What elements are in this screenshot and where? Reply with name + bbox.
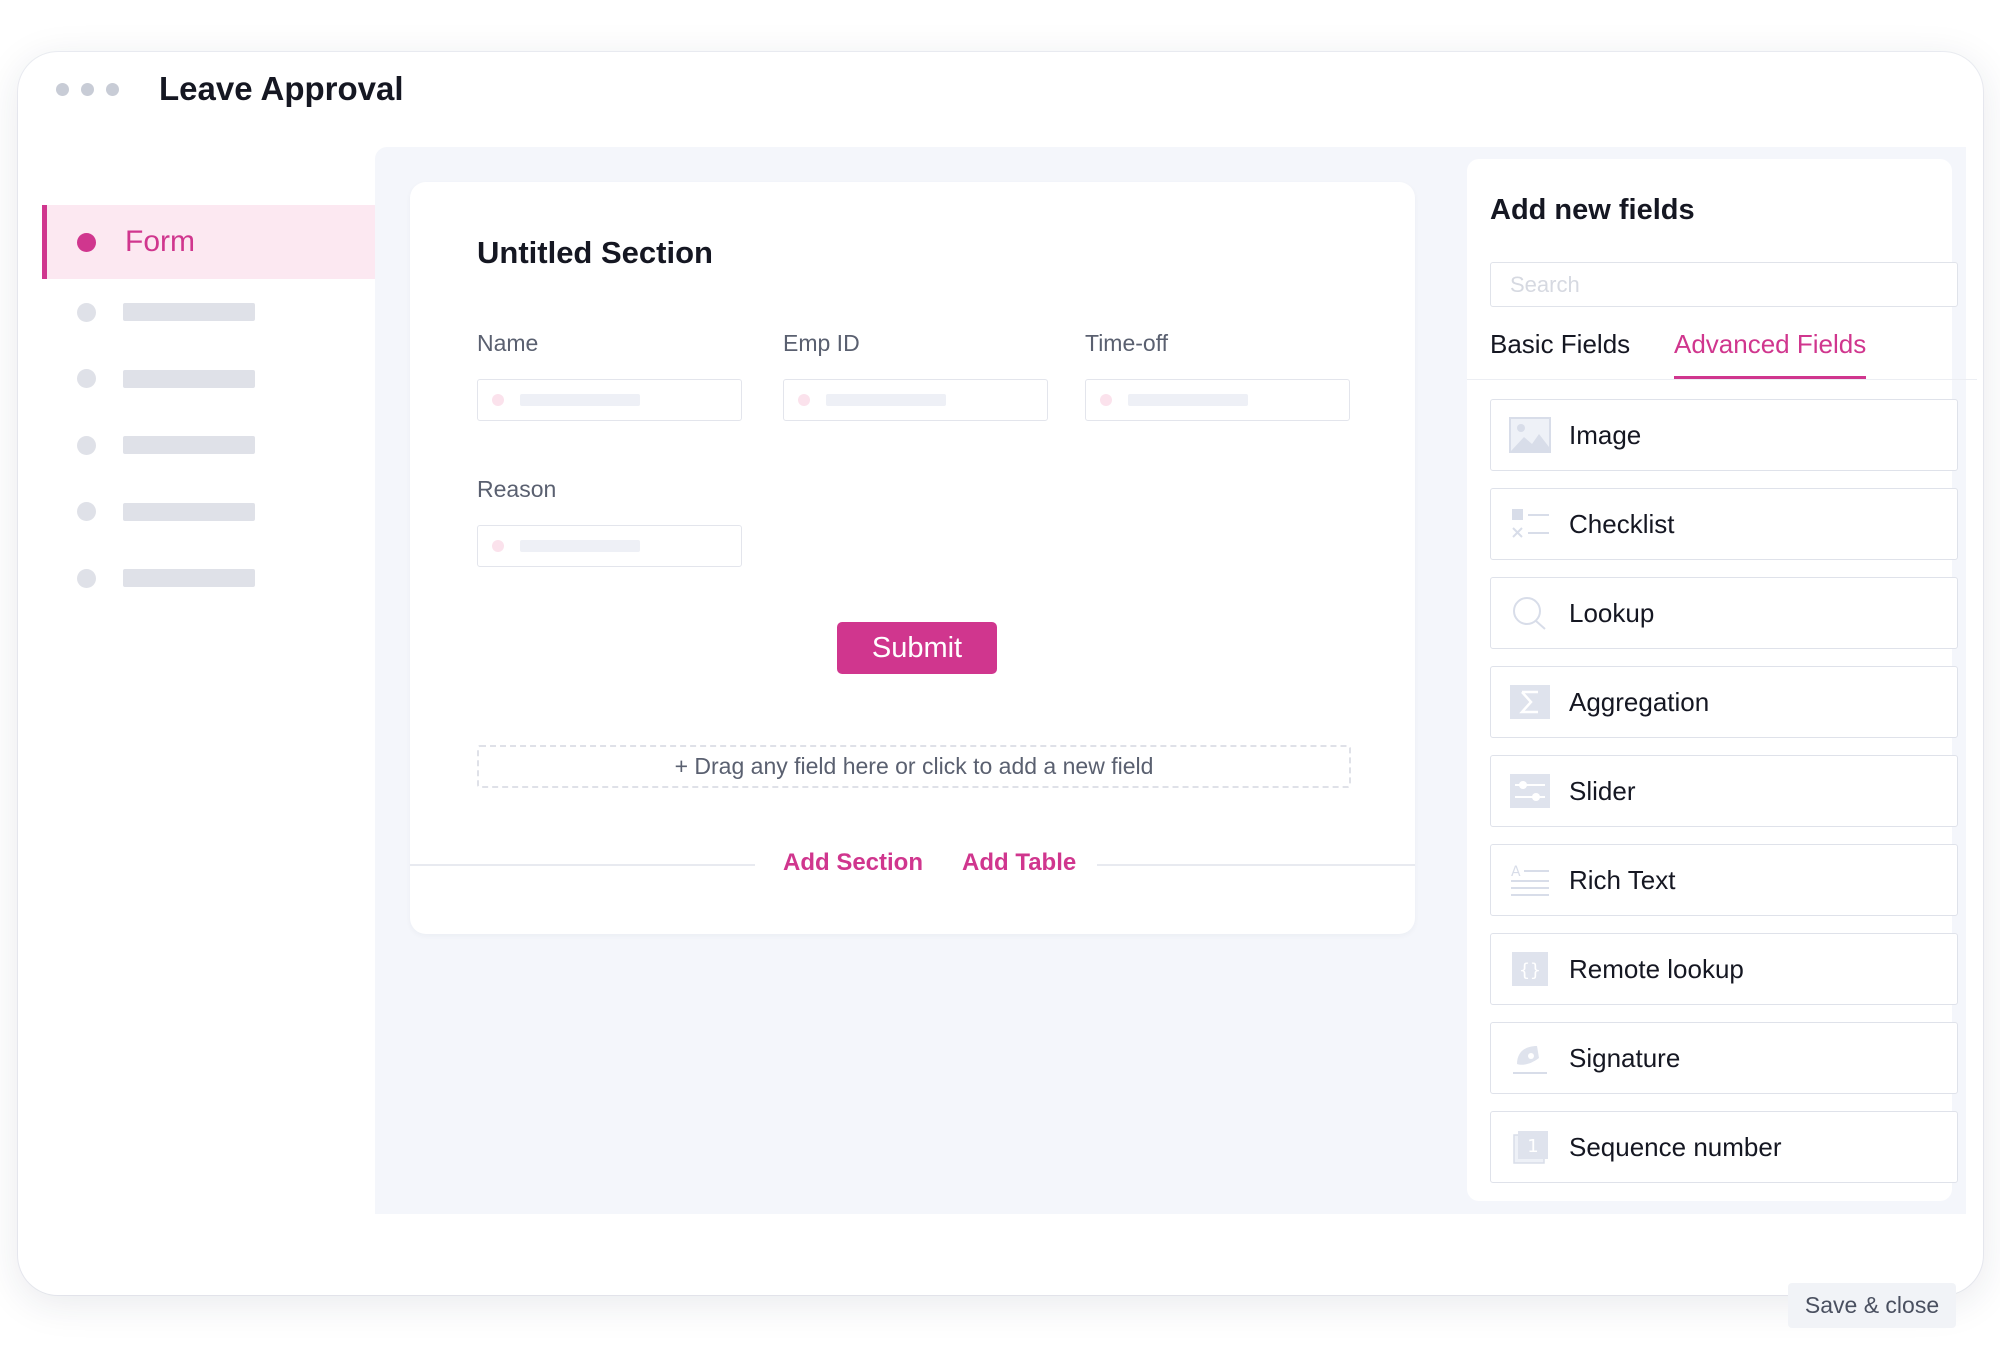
sigma-icon — [1508, 683, 1552, 721]
braces-icon: {} — [1508, 950, 1552, 988]
placeholder-bar — [123, 569, 255, 588]
bullet-icon — [77, 435, 96, 455]
rich-text-icon: A — [1508, 861, 1552, 899]
time-off-input[interactable] — [1085, 379, 1350, 421]
required-dot-icon — [492, 540, 504, 552]
bullet-icon — [77, 302, 96, 322]
placeholder-bar — [123, 436, 255, 455]
placeholder-bar — [1128, 394, 1248, 406]
form-section-card: Untitled Section Name Emp ID Time-off Re… — [410, 182, 1415, 934]
section-title[interactable]: Untitled Section — [477, 235, 713, 271]
form-field-emp-id: Emp ID — [783, 330, 1048, 421]
field-label: Name — [477, 330, 539, 356]
bullet-icon — [77, 369, 96, 389]
field-item-label: Signature — [1569, 1042, 1681, 1073]
bullet-icon — [77, 502, 96, 522]
app-title: Leave Approval — [159, 70, 404, 107]
field-item-label: Lookup — [1569, 597, 1655, 628]
svg-text:{}: {} — [1519, 960, 1541, 981]
submit-button[interactable]: Submit — [837, 622, 997, 674]
bullet-icon — [77, 568, 96, 588]
add-table-link[interactable]: Add Table — [962, 849, 1076, 877]
image-icon — [1508, 416, 1552, 454]
dot-icon — [56, 83, 69, 96]
lookup-icon — [1508, 594, 1552, 632]
emp-id-input[interactable] — [783, 379, 1048, 421]
field-label: Emp ID — [783, 330, 860, 356]
sidebar-item-label: Form — [125, 225, 195, 258]
svg-text:A: A — [1511, 864, 1521, 880]
divider — [1097, 864, 1415, 866]
sequence-icon: 1 — [1508, 1128, 1552, 1166]
tab-basic-fields[interactable]: Basic Fields — [1490, 329, 1630, 379]
divider — [410, 864, 755, 866]
required-dot-icon — [1100, 394, 1112, 406]
field-item-signature[interactable]: Signature — [1490, 1022, 1958, 1094]
placeholder-bar — [123, 369, 255, 388]
placeholder-bar — [520, 540, 640, 552]
dot-icon — [106, 83, 119, 96]
field-dropzone[interactable]: + Drag any field here or click to add a … — [477, 745, 1351, 788]
field-item-label: Image — [1569, 419, 1642, 450]
placeholder-bar — [123, 502, 255, 521]
field-label: Reason — [477, 476, 557, 502]
signature-icon — [1508, 1039, 1552, 1077]
field-item-label: Rich Text — [1569, 864, 1676, 895]
field-item-label: Remote lookup — [1569, 953, 1744, 984]
form-canvas: Untitled Section Name Emp ID Time-off Re… — [375, 147, 1977, 1214]
add-section-link[interactable]: Add Section — [783, 849, 923, 877]
app-window: Leave Approval Form Untitled Section Nam… — [18, 52, 1983, 1328]
field-search-input[interactable] — [1490, 262, 1958, 307]
tab-advanced-fields[interactable]: Advanced Fields — [1674, 329, 1867, 379]
checklist-icon — [1508, 505, 1552, 543]
field-item-checklist[interactable]: Checklist — [1490, 488, 1958, 560]
field-item-label: Sequence number — [1569, 1131, 1782, 1162]
add-actions-row: Add Section Add Table — [410, 849, 1415, 879]
form-field-time-off: Time-off — [1085, 330, 1350, 421]
field-item-image[interactable]: Image — [1490, 399, 1958, 471]
field-item-remote-lookup[interactable]: {} Remote lookup — [1490, 933, 1958, 1005]
sidebar-item-placeholder[interactable] — [42, 279, 375, 346]
panel-title: Add new fields — [1490, 194, 1695, 226]
placeholder-bar — [826, 394, 946, 406]
svg-text:1: 1 — [1527, 1136, 1538, 1157]
window-menu-dots[interactable] — [56, 83, 119, 96]
sidebar-item-placeholder[interactable] — [42, 412, 375, 479]
reason-input[interactable] — [477, 525, 742, 567]
dot-icon — [81, 83, 94, 96]
add-fields-panel: Add new fields Basic Fields Advanced Fie… — [1467, 159, 1977, 1201]
field-label: Time-off — [1085, 330, 1169, 356]
slider-icon — [1508, 772, 1552, 810]
field-item-aggregation[interactable]: Aggregation — [1490, 666, 1958, 738]
required-dot-icon — [492, 394, 504, 406]
sidebar-item-placeholder[interactable] — [42, 346, 375, 413]
field-item-rich-text[interactable]: A Rich Text — [1490, 844, 1958, 916]
field-tabs: Basic Fields Advanced Fields — [1467, 329, 1977, 380]
sidebar-item-placeholder[interactable] — [42, 545, 375, 612]
sidebar-nav: Form — [42, 205, 375, 612]
name-input[interactable] — [477, 379, 742, 421]
field-item-lookup[interactable]: Lookup — [1490, 577, 1958, 649]
field-item-label: Aggregation — [1569, 686, 1710, 717]
field-item-slider[interactable]: Slider — [1490, 755, 1958, 827]
form-field-name: Name — [477, 330, 742, 421]
sidebar-item-form[interactable]: Form — [42, 205, 375, 279]
save-close-button[interactable]: Save & close — [1788, 1283, 1956, 1328]
bullet-icon — [77, 232, 96, 252]
form-field-reason: Reason — [477, 476, 742, 567]
placeholder-bar — [123, 303, 255, 322]
field-item-sequence-number[interactable]: 1 Sequence number — [1490, 1111, 1958, 1183]
field-item-label: Checklist — [1569, 508, 1675, 539]
placeholder-bar — [520, 394, 640, 406]
sidebar-item-placeholder[interactable] — [42, 479, 375, 546]
required-dot-icon — [798, 394, 810, 406]
field-item-label: Slider — [1569, 775, 1636, 806]
